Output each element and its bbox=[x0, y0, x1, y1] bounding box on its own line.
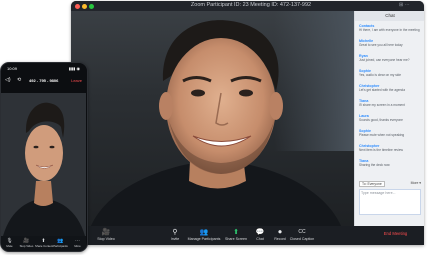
chat-message: Michelle Great to see you all here today bbox=[359, 39, 421, 47]
chat-message: Christopher Let's get started with the a… bbox=[359, 84, 421, 92]
chat-text: Hi there, I am with everyone in the meet… bbox=[359, 28, 420, 32]
chat-message: Tiana Sharing the deck now bbox=[359, 159, 421, 167]
stop-video-button[interactable]: 🎥 Stop Video bbox=[93, 228, 119, 241]
video-camera-icon: 🎥 bbox=[101, 229, 111, 236]
chat-message: Contacts Hi there, I am with everyone in… bbox=[359, 24, 421, 32]
chat-text: Just joined, can everyone hear me? bbox=[359, 58, 410, 62]
speaker-portrait bbox=[91, 20, 341, 226]
chat-message: Sophie Yes, audio is clear on my side bbox=[359, 69, 421, 77]
end-meeting-button[interactable]: End Meeting bbox=[373, 231, 418, 236]
chat-message: Laura Sounds good, thanks everyone bbox=[359, 114, 421, 122]
closed-caption-icon: CC bbox=[298, 229, 306, 235]
chat-text: Let's get started with the agenda bbox=[359, 88, 405, 92]
manage-participants-button[interactable]: 👥 Manage Participants bbox=[187, 228, 221, 241]
chat-text: Yes, audio is clear on my side bbox=[359, 73, 402, 77]
window-controls-icon[interactable]: ⊞ ⋯ bbox=[399, 2, 410, 8]
title-bar: Zoom Participant ID: 23 Meeting ID: 472-… bbox=[71, 1, 424, 11]
chat-text: Sharing the deck now bbox=[359, 163, 390, 167]
phone-meeting-header: ◁) ⟲ 492 - 795 - 9806 Leave bbox=[1, 75, 86, 89]
share-content-button[interactable]: ⬆ Share Content bbox=[35, 238, 53, 248]
chat-message: Ryan Just joined, can everyone hear me? bbox=[359, 54, 421, 62]
chat-header: Chat bbox=[355, 11, 424, 21]
participants-button[interactable]: 👥 Participants bbox=[52, 238, 69, 248]
signal-battery-icon: ▮▮▮ ◉ bbox=[68, 66, 80, 71]
window-title: Zoom Participant ID: 23 Meeting ID: 472-… bbox=[190, 2, 312, 8]
close-window-icon[interactable] bbox=[75, 3, 80, 9]
chat-text: I'll share my screen in a moment bbox=[359, 103, 405, 107]
participants-icon: 👥 bbox=[199, 229, 209, 236]
right-eye bbox=[239, 89, 253, 97]
phone-meeting-id: 492 - 795 - 9806 bbox=[29, 78, 59, 83]
meeting-toolbar: 🎥 Stop Video ⚲ Invite 👥 Manage Participa… bbox=[71, 226, 424, 245]
phone-video bbox=[1, 93, 86, 236]
chat-text: Please mute when not speaking bbox=[359, 133, 405, 137]
switch-camera-icon[interactable]: ⟲ bbox=[17, 77, 21, 83]
main-video bbox=[71, 11, 354, 226]
phone-status-bar: 10:09 ▮▮▮ ◉ bbox=[1, 66, 86, 73]
invite-icon: ⚲ bbox=[172, 229, 178, 236]
phone-time: 10:09 bbox=[7, 66, 18, 71]
zoom-desktop-window: Zoom Participant ID: 23 Meeting ID: 472-… bbox=[71, 1, 424, 245]
chat-text: Next item is the timeline review bbox=[359, 148, 403, 152]
zoom-window-icon[interactable] bbox=[89, 3, 94, 9]
invite-button[interactable]: ⚲ Invite bbox=[162, 228, 188, 241]
chat-message-input[interactable]: Type message here... bbox=[359, 189, 421, 215]
zoom-mobile-phone: 10:09 ▮▮▮ ◉ ◁) ⟲ 492 - 795 - 9806 Leave … bbox=[0, 62, 88, 252]
phone-speaker-portrait bbox=[1, 93, 86, 236]
chat-recipient-row: To: Everyone More ▾ bbox=[359, 181, 421, 187]
speaker-icon[interactable]: ◁) bbox=[5, 77, 11, 83]
share-screen-icon: ⬆ bbox=[233, 229, 239, 236]
chat-message: Christopher Next item is the timeline re… bbox=[359, 144, 421, 152]
phone-toolbar: 🎙 Mute 🎥 Stop Video ⬆ Share Content 👥 Pa… bbox=[1, 236, 86, 251]
left-eye bbox=[191, 89, 205, 97]
chat-panel: Chat Contacts Hi there, I am with everyo… bbox=[354, 11, 424, 226]
chat-text: Great to see you all here today bbox=[359, 43, 403, 47]
chat-message: Sophie Please mute when not speaking bbox=[359, 129, 421, 137]
minimize-window-icon[interactable] bbox=[82, 3, 87, 9]
chat-text: Sounds good, thanks everyone bbox=[359, 118, 403, 122]
closed-caption-button[interactable]: CC Closed Caption bbox=[287, 228, 317, 241]
chat-message: Tiana I'll share my screen in a moment bbox=[359, 99, 421, 107]
leave-button[interactable]: Leave bbox=[71, 78, 82, 83]
share-screen-button[interactable]: ⬆ Share Screen bbox=[223, 228, 249, 241]
more-button[interactable]: ⋯ More bbox=[69, 238, 86, 248]
chat-more-button[interactable]: More ▾ bbox=[411, 181, 421, 185]
chat-recipient-select[interactable]: To: Everyone bbox=[359, 181, 385, 187]
mute-button[interactable]: 🎙 Mute bbox=[1, 238, 18, 248]
phone-stop-video-button[interactable]: 🎥 Stop Video bbox=[18, 238, 35, 248]
